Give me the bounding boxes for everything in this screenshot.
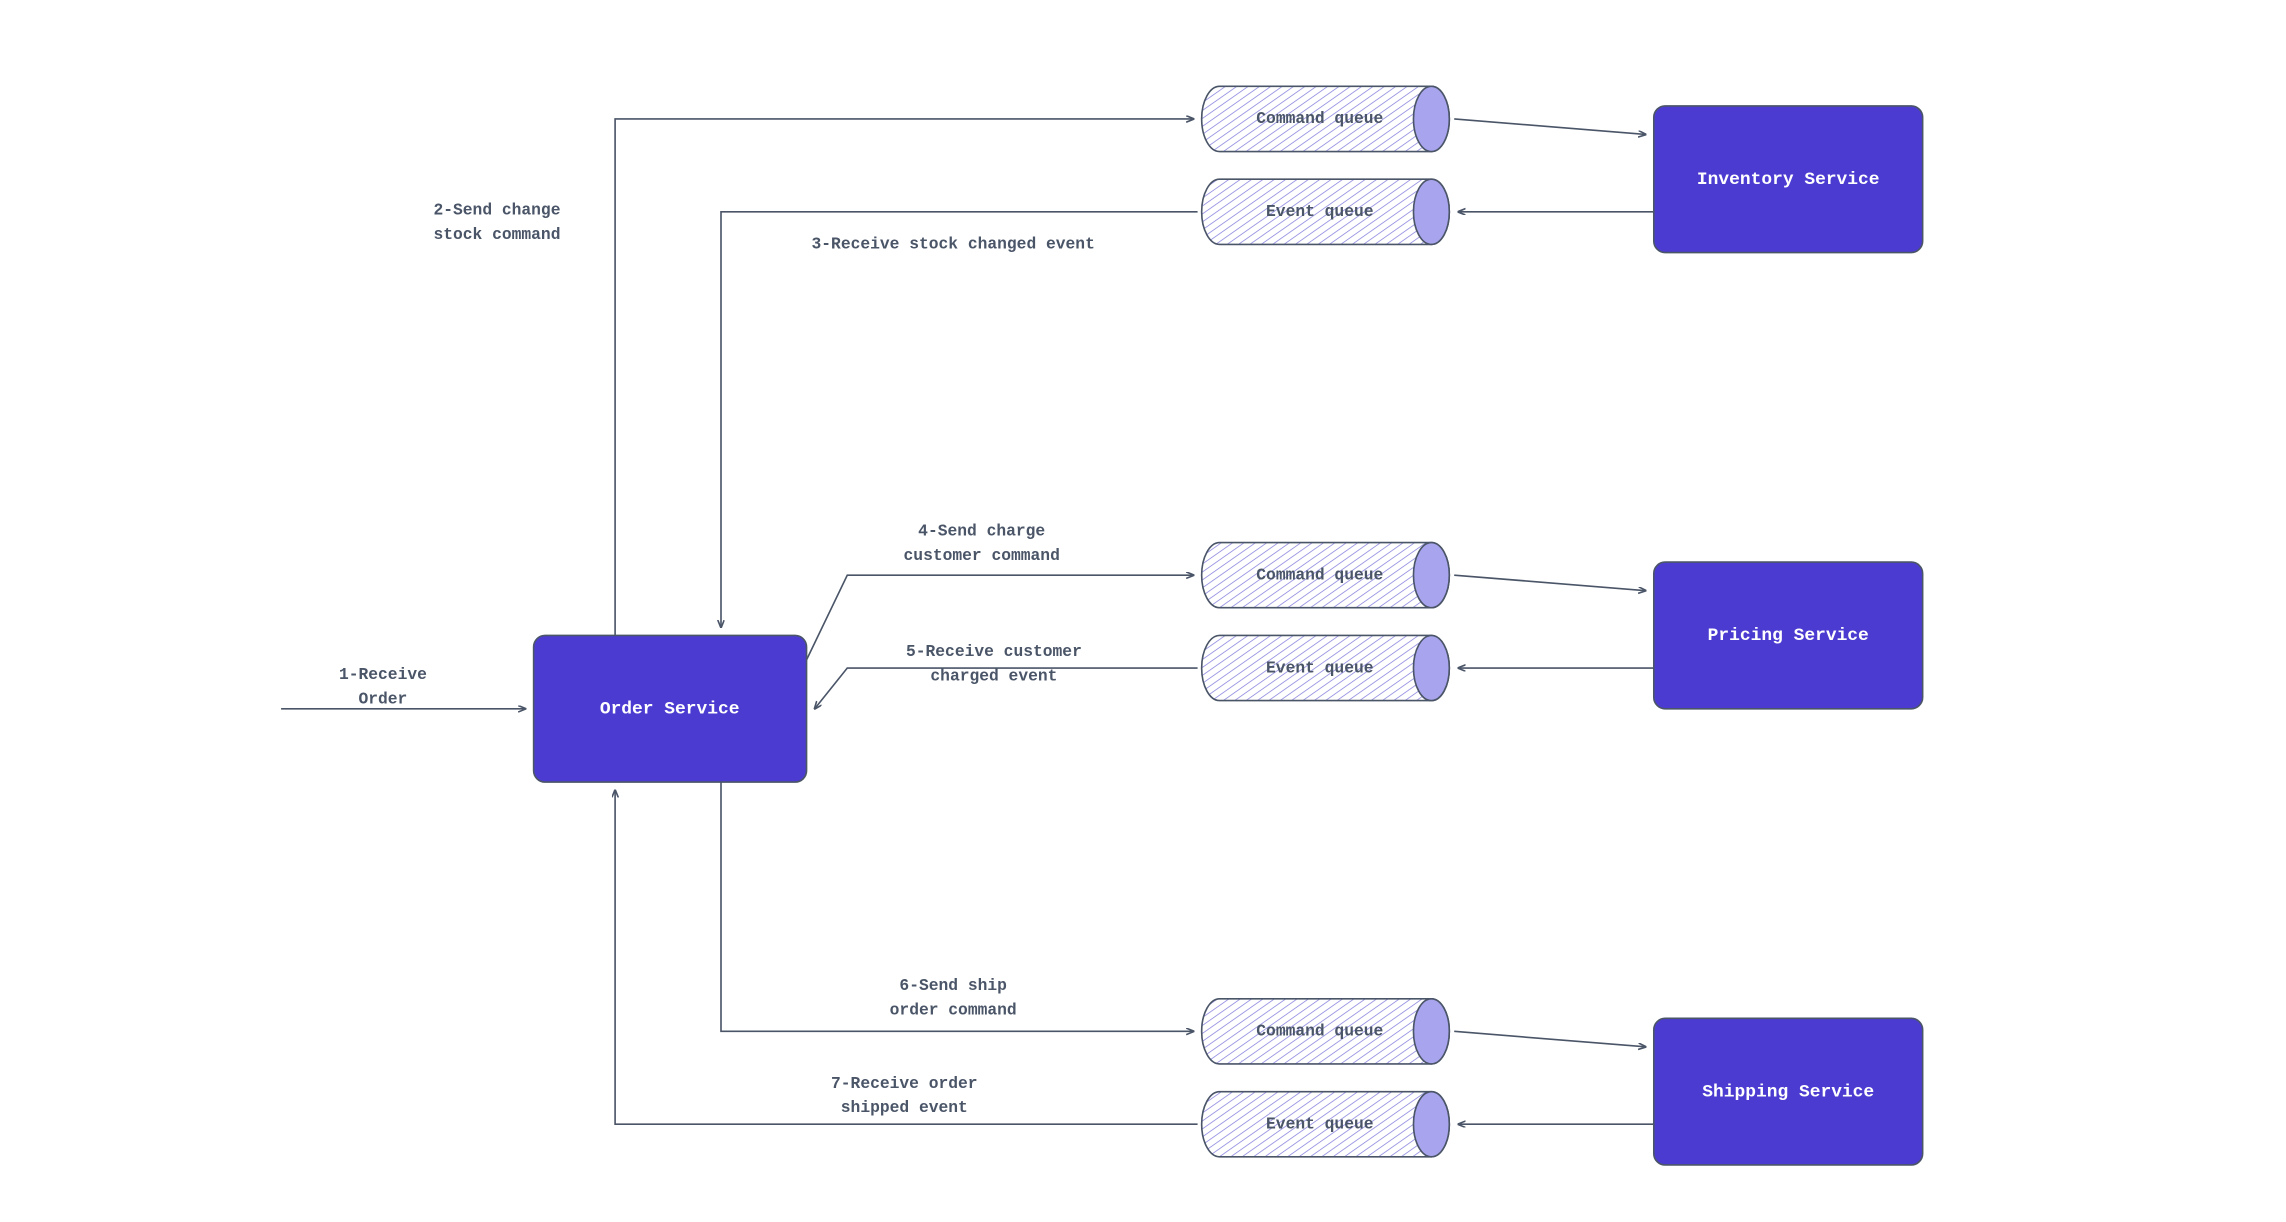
edge-send-ship: 6-Send ship order command <box>721 782 1194 1031</box>
edge-shipping-cmd-to-service <box>1454 1031 1645 1046</box>
svg-text:customer command: customer command <box>904 546 1060 565</box>
svg-text:shipped event: shipped event <box>841 1098 968 1117</box>
svg-text:5-Receive customer: 5-Receive customer <box>906 642 1082 661</box>
edge-receive-charged: 5-Receive customer charged event <box>815 642 1198 709</box>
queue-label: Event queue <box>1266 1115 1373 1134</box>
svg-text:2-Send change: 2-Send change <box>433 200 560 219</box>
svg-text:order command: order command <box>890 1000 1017 1019</box>
shipping-command-queue: Command queue <box>1202 999 1450 1064</box>
pricing-service-label: Pricing Service <box>1708 626 1869 646</box>
edge-pricing-cmd-to-service <box>1454 575 1645 590</box>
queue-label: Command queue <box>1256 109 1383 128</box>
pricing-event-queue: Event queue <box>1202 635 1450 700</box>
edge-inv-cmd-to-service <box>1454 119 1645 134</box>
pricing-command-queue: Command queue <box>1202 543 1450 608</box>
svg-text:1-Receive: 1-Receive <box>339 665 427 684</box>
queue-label: Command queue <box>1256 565 1383 584</box>
inventory-event-queue: Event queue <box>1202 179 1450 244</box>
shipping-service-node: Shipping Service <box>1654 1018 1923 1165</box>
order-service-node: Order Service <box>534 635 807 782</box>
svg-text:3-Receive stock changed event: 3-Receive stock changed event <box>812 235 1095 254</box>
edge-send-change-stock: 2-Send change stock command <box>433 119 1193 635</box>
architecture-diagram: Order Service Inventory Service Pricing … <box>0 0 2286 1222</box>
svg-text:stock command: stock command <box>433 225 560 244</box>
edge-receive-order: 1-Receive Order <box>281 665 525 709</box>
edge-receive-stock-changed: 3-Receive stock changed event <box>721 212 1198 627</box>
order-service-label: Order Service <box>600 699 740 719</box>
svg-text:Order: Order <box>358 689 407 708</box>
svg-text:4-Send charge: 4-Send charge <box>918 521 1045 540</box>
svg-text:6-Send ship: 6-Send ship <box>899 976 1006 995</box>
svg-text:7-Receive order: 7-Receive order <box>831 1074 978 1093</box>
pricing-service-node: Pricing Service <box>1654 562 1923 709</box>
inventory-command-queue: Command queue <box>1202 86 1450 151</box>
queue-label: Command queue <box>1256 1022 1383 1041</box>
edge-receive-shipped: 7-Receive order shipped event <box>615 790 1197 1124</box>
inventory-service-label: Inventory Service <box>1697 170 1880 190</box>
svg-text:charged event: charged event <box>930 666 1057 685</box>
edge-send-charge: 4-Send charge customer command <box>807 521 1194 659</box>
shipping-service-label: Shipping Service <box>1702 1082 1874 1102</box>
inventory-service-node: Inventory Service <box>1654 106 1923 253</box>
queue-label: Event queue <box>1266 202 1373 221</box>
shipping-event-queue: Event queue <box>1202 1092 1450 1157</box>
queue-label: Event queue <box>1266 658 1373 677</box>
